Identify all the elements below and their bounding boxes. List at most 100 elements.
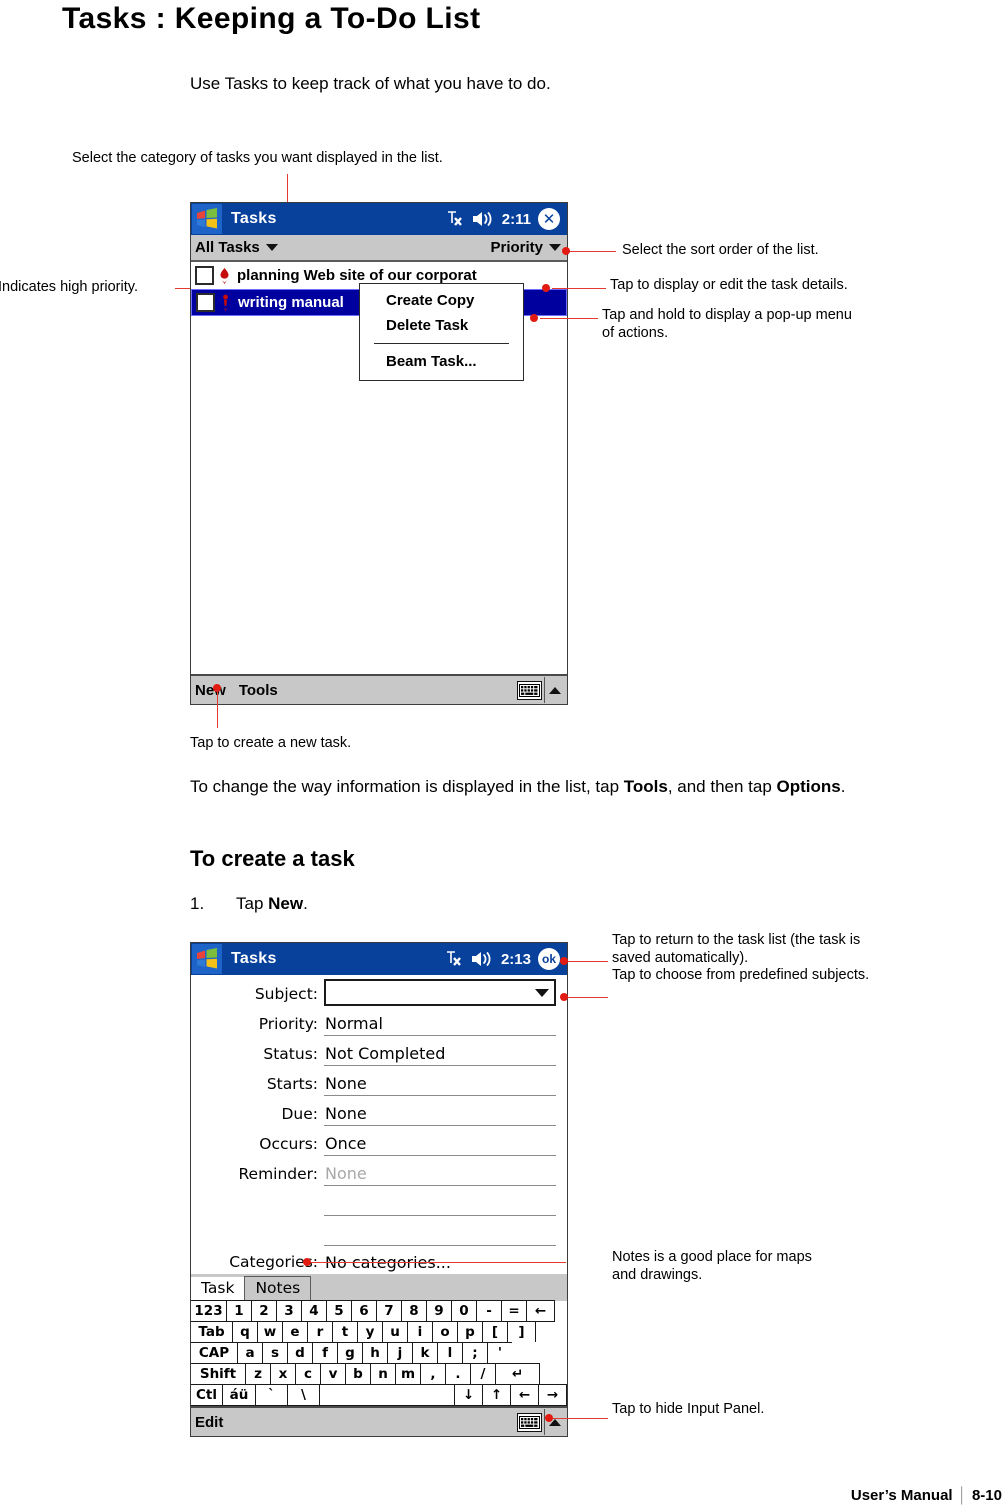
key-s[interactable]: s bbox=[262, 1342, 288, 1364]
key-f[interactable]: f bbox=[312, 1342, 338, 1364]
close-icon[interactable]: ✕ bbox=[538, 208, 560, 230]
key-period[interactable]: . bbox=[445, 1363, 471, 1385]
key-123[interactable]: 123 bbox=[191, 1300, 227, 1322]
key-q[interactable]: q bbox=[232, 1321, 258, 1343]
key-ctl[interactable]: Ctl bbox=[191, 1384, 223, 1406]
key-7[interactable]: 7 bbox=[376, 1300, 402, 1322]
menu-item-delete-task[interactable]: Delete Task bbox=[360, 313, 523, 338]
key-equals[interactable]: = bbox=[501, 1300, 527, 1322]
antenna-off-icon bbox=[447, 211, 462, 226]
caret-up-icon[interactable] bbox=[549, 686, 561, 694]
field-value-reminder[interactable]: None bbox=[324, 1164, 556, 1186]
key-backslash[interactable]: \ bbox=[287, 1384, 320, 1406]
body-paragraph-options: To change the way information is display… bbox=[190, 777, 845, 797]
key-bracket-right[interactable]: ] bbox=[507, 1321, 536, 1343]
key-2[interactable]: 2 bbox=[251, 1300, 277, 1322]
key-arrow-up[interactable]: ↑ bbox=[482, 1384, 511, 1406]
key-z[interactable]: z bbox=[245, 1363, 271, 1385]
key-0[interactable]: 0 bbox=[451, 1300, 477, 1322]
callout-dot-subjects bbox=[560, 993, 568, 1001]
ok-button[interactable]: ok bbox=[538, 948, 560, 970]
key-3[interactable]: 3 bbox=[276, 1300, 302, 1322]
key-arrow-right[interactable]: → bbox=[538, 1384, 567, 1406]
tab-task[interactable]: Task bbox=[191, 1276, 245, 1301]
key-backspace[interactable]: ← bbox=[526, 1300, 555, 1322]
field-value-due[interactable]: None bbox=[324, 1104, 556, 1126]
key-accents[interactable]: áü bbox=[222, 1384, 256, 1406]
new-button[interactable]: New bbox=[195, 682, 226, 699]
field-value-priority[interactable]: Normal bbox=[324, 1014, 556, 1036]
task-label: planning Web site of our corporat bbox=[237, 267, 477, 284]
key-8[interactable]: 8 bbox=[401, 1300, 427, 1322]
field-value-status[interactable]: Not Completed bbox=[324, 1044, 556, 1066]
key-arrow-down[interactable]: ↓ bbox=[454, 1384, 483, 1406]
field-value-categories[interactable]: No categories... bbox=[324, 1253, 556, 1274]
category-filter-dropdown[interactable]: All Tasks bbox=[195, 239, 278, 256]
keyboard-icon[interactable] bbox=[517, 680, 542, 700]
key-apostrophe[interactable]: ' bbox=[487, 1342, 513, 1364]
edit-button[interactable]: Edit bbox=[195, 1414, 223, 1431]
task-checkbox[interactable] bbox=[195, 266, 214, 285]
key-b[interactable]: b bbox=[345, 1363, 371, 1385]
key-semicolon[interactable]: ; bbox=[462, 1342, 488, 1364]
sort-order-label: Priority bbox=[490, 239, 543, 256]
key-comma[interactable]: , bbox=[420, 1363, 446, 1385]
titlebar-clock: 2:11 bbox=[501, 210, 531, 228]
key-space[interactable] bbox=[319, 1384, 455, 1406]
key-5[interactable]: 5 bbox=[326, 1300, 352, 1322]
key-t[interactable]: t bbox=[332, 1321, 358, 1343]
key-9[interactable]: 9 bbox=[426, 1300, 452, 1322]
field-value-starts[interactable]: None bbox=[324, 1074, 556, 1096]
key-tab[interactable]: Tab bbox=[191, 1321, 233, 1343]
menu-item-create-copy[interactable]: Create Copy bbox=[360, 288, 523, 313]
key-w[interactable]: w bbox=[257, 1321, 283, 1343]
tools-button[interactable]: Tools bbox=[239, 682, 278, 699]
key-6[interactable]: 6 bbox=[351, 1300, 377, 1322]
key-v[interactable]: v bbox=[320, 1363, 346, 1385]
subject-input[interactable] bbox=[324, 979, 556, 1006]
key-1[interactable]: 1 bbox=[226, 1300, 252, 1322]
start-button[interactable] bbox=[192, 944, 222, 974]
key-backtick[interactable]: ` bbox=[255, 1384, 288, 1406]
key-shift[interactable]: Shift bbox=[191, 1363, 246, 1385]
key-k[interactable]: k bbox=[412, 1342, 438, 1364]
key-slash[interactable]: / bbox=[470, 1363, 496, 1385]
key-o[interactable]: o bbox=[432, 1321, 458, 1343]
sort-order-dropdown[interactable]: Priority bbox=[490, 239, 561, 256]
key-cap[interactable]: CAP bbox=[191, 1342, 238, 1364]
task-checkbox[interactable] bbox=[196, 293, 215, 312]
chevron-down-icon[interactable] bbox=[535, 988, 549, 997]
key-minus[interactable]: - bbox=[476, 1300, 502, 1322]
key-a[interactable]: a bbox=[237, 1342, 263, 1364]
tab-notes[interactable]: Notes bbox=[244, 1275, 312, 1301]
key-filler-row3 bbox=[512, 1342, 541, 1364]
key-r[interactable]: r bbox=[307, 1321, 333, 1343]
key-h[interactable]: h bbox=[362, 1342, 388, 1364]
menu-item-beam-task[interactable]: Beam Task... bbox=[360, 349, 523, 374]
key-u[interactable]: u bbox=[382, 1321, 408, 1343]
keyboard-icon[interactable] bbox=[517, 1412, 542, 1432]
callout-popup-menu: Tap and hold to display a pop-up menu of… bbox=[602, 306, 852, 342]
key-e[interactable]: e bbox=[282, 1321, 308, 1343]
key-l[interactable]: l bbox=[437, 1342, 463, 1364]
key-x[interactable]: x bbox=[270, 1363, 296, 1385]
key-arrow-left[interactable]: ← bbox=[510, 1384, 539, 1406]
key-g[interactable]: g bbox=[337, 1342, 363, 1364]
key-d[interactable]: d bbox=[287, 1342, 313, 1364]
key-4[interactable]: 4 bbox=[301, 1300, 327, 1322]
key-i[interactable]: i bbox=[407, 1321, 433, 1343]
start-button[interactable] bbox=[192, 204, 222, 234]
key-p[interactable]: p bbox=[457, 1321, 483, 1343]
field-value-occurs[interactable]: Once bbox=[324, 1134, 556, 1156]
context-menu[interactable]: Create Copy Delete Task Beam Task... bbox=[359, 283, 524, 381]
key-c[interactable]: c bbox=[295, 1363, 321, 1385]
filter-bar: All Tasks Priority bbox=[191, 235, 567, 262]
key-bracket-left[interactable]: [ bbox=[482, 1321, 508, 1343]
form-row-blank-1 bbox=[191, 1186, 567, 1216]
soft-keyboard: 123 1 2 3 4 5 6 7 8 9 0 - = ← Tab q w e … bbox=[191, 1300, 567, 1406]
key-m[interactable]: m bbox=[395, 1363, 421, 1385]
key-y[interactable]: y bbox=[357, 1321, 383, 1343]
key-n[interactable]: n bbox=[370, 1363, 396, 1385]
key-enter[interactable]: ↵ bbox=[495, 1363, 540, 1385]
key-j[interactable]: j bbox=[387, 1342, 413, 1364]
